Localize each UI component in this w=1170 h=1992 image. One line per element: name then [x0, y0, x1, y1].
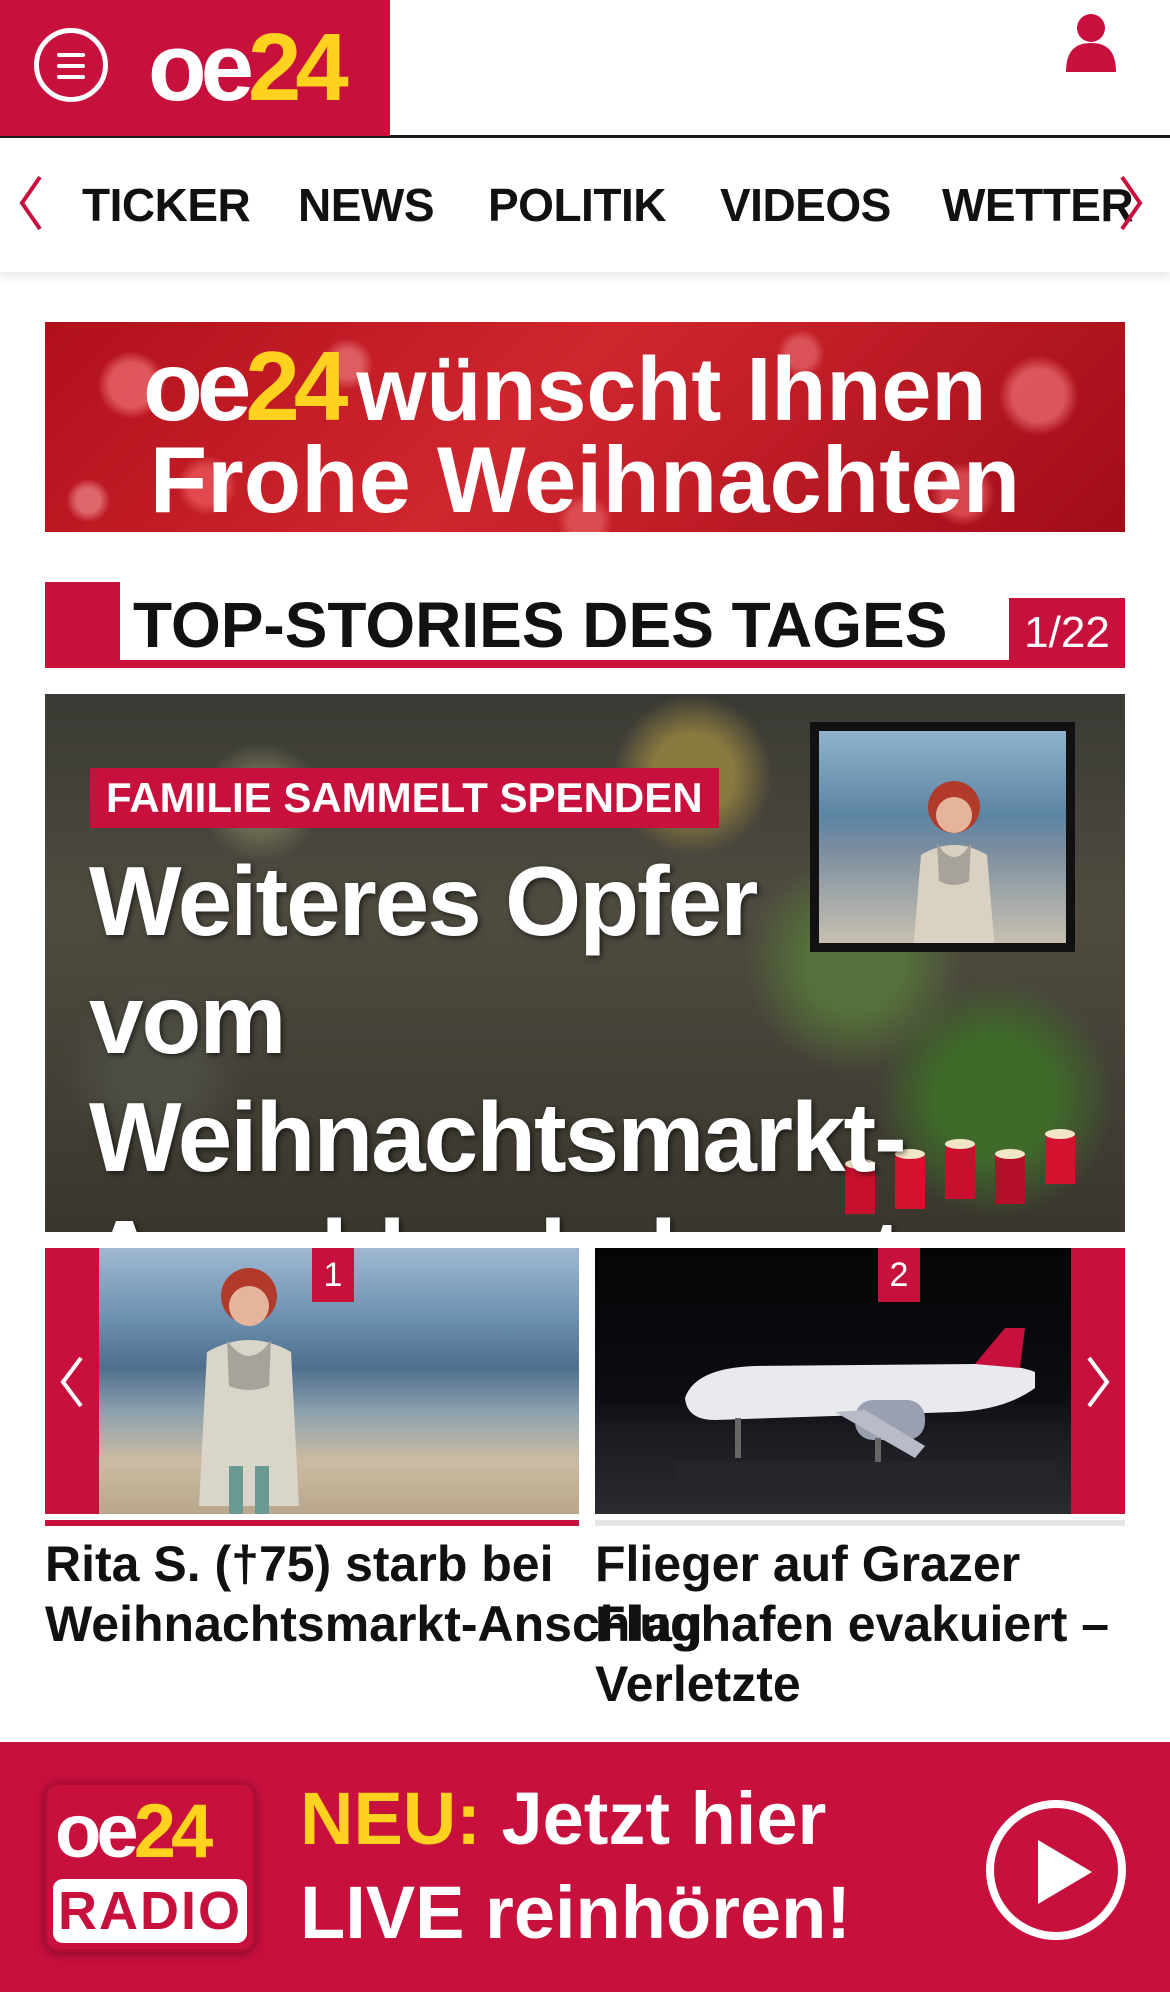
- user-profile-icon[interactable]: [1064, 12, 1118, 72]
- person-image: [913, 781, 995, 943]
- story-counter: 1/22: [1009, 598, 1125, 668]
- banner-line-2: Frohe Weihnachten: [149, 427, 1021, 532]
- oe24-logo[interactable]: oe24: [148, 20, 349, 116]
- person-image: [199, 1268, 299, 1514]
- christmas-greeting-banner[interactable]: oe24 wünscht Ihnen Frohe Weihnachten: [45, 322, 1125, 532]
- hero-kicker: FAMILIE SAMMELT SPENDEN: [90, 768, 719, 828]
- banner-logo: oe24: [143, 331, 348, 441]
- hamburger-menu-icon[interactable]: [34, 28, 108, 102]
- radio-promo-text: NEU: Jetzt hier LIVE reinhören!: [300, 1777, 851, 1954]
- story-card-2-image[interactable]: 2: [595, 1248, 1071, 1514]
- nav-left-arrow-icon[interactable]: [16, 173, 46, 233]
- hero-story[interactable]: FAMILIE SAMMELT SPENDEN Weiteres Opfer v…: [45, 694, 1125, 1232]
- card-2-bar: [595, 1520, 1125, 1526]
- story-card-2-title[interactable]: Flieger auf Grazer Flughafen evakuiert –…: [595, 1534, 1109, 1714]
- category-nav: TICKER NEWS POLITIK VIDEOS WETTER: [0, 138, 1170, 272]
- play-icon: [1038, 1840, 1092, 1904]
- logo-block: oe24: [0, 0, 390, 136]
- site-header: oe24: [0, 0, 1170, 138]
- top-stories-header: TOP-STORIES DES TAGES 1/22: [45, 582, 1125, 668]
- nav-item-wetter[interactable]: WETTER: [942, 178, 1134, 232]
- nav-item-ticker[interactable]: TICKER: [82, 178, 251, 232]
- play-button[interactable]: [986, 1800, 1126, 1940]
- card-number-badge: 2: [878, 1248, 920, 1302]
- nav-item-news[interactable]: NEWS: [298, 178, 435, 232]
- nav-item-politik[interactable]: POLITIK: [488, 178, 666, 232]
- section-title: TOP-STORIES DES TAGES: [133, 589, 948, 661]
- nav-item-videos[interactable]: VIDEOS: [720, 178, 891, 232]
- nav-right-arrow-icon[interactable]: [1116, 173, 1146, 233]
- card-1-active-bar: [45, 1520, 579, 1526]
- radio-promo-banner[interactable]: oe24 RADIO NEU: Jetzt hier LIVE reinhöre…: [0, 1742, 1170, 1992]
- carousel-prev-button[interactable]: [45, 1248, 99, 1514]
- card-number-badge: 1: [312, 1248, 354, 1302]
- section-accent: [45, 582, 120, 668]
- carousel-next-button[interactable]: [1071, 1248, 1125, 1514]
- hero-headline[interactable]: Weiteres Opfer vom Weihnachtsmarkt-Ansch…: [89, 842, 909, 1232]
- chevron-right-icon: [1087, 1356, 1110, 1408]
- story-card-1-image[interactable]: 1: [99, 1248, 579, 1514]
- chevron-left-icon: [60, 1356, 83, 1408]
- oe24-radio-logo: oe24 RADIO: [44, 1782, 256, 1952]
- airplane-image: [675, 1328, 1055, 1478]
